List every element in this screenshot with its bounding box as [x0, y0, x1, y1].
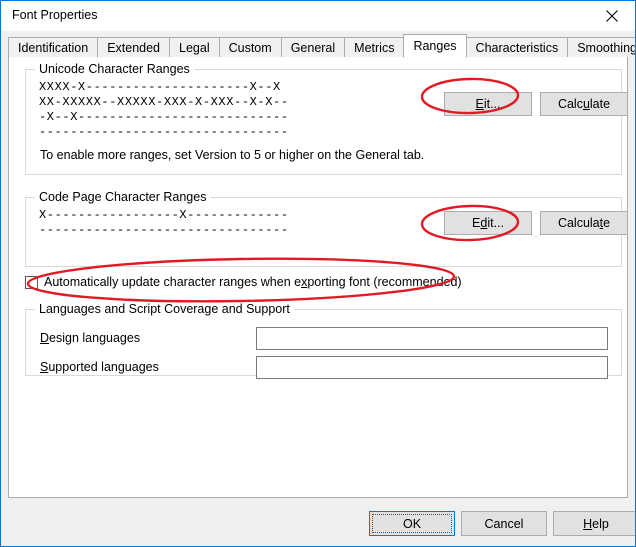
unicode-range-row: -X--X--------------------------- — [39, 110, 289, 124]
help-button[interactable]: Help — [553, 511, 635, 536]
codepage-calculate-label-pre: Calcula — [557, 216, 600, 230]
tab-label: Ranges — [413, 39, 457, 53]
unicode-edit-button[interactable]: Eit... — [444, 92, 532, 116]
auto-update-ranges-checkbox[interactable]: Automatically update character ranges wh… — [25, 275, 462, 289]
unicode-calculate-accel: u — [582, 97, 590, 111]
help-button-label-rest: elp — [592, 516, 609, 531]
tab-label: Characteristics — [475, 41, 559, 55]
tab-legal[interactable]: Legal — [169, 37, 220, 58]
supported-languages-label-rest: upported languages — [48, 360, 159, 374]
codepage-calculate-label-post: e — [603, 216, 611, 230]
design-languages-label-rest: esign languages — [49, 331, 141, 345]
codepage-range-row: X-----------------X------------- — [39, 208, 289, 222]
unicode-range-row: -------------------------------- — [39, 125, 289, 139]
design-languages-accel: D — [40, 331, 50, 345]
tab-label: General — [290, 41, 336, 55]
unicode-calculate-label-post: late — [589, 97, 611, 111]
unicode-character-ranges-group: Unicode Character Ranges XXXX-X---------… — [25, 62, 628, 175]
unicode-group-legend: Unicode Character Ranges — [35, 62, 194, 76]
unicode-calculate-label-pre: Calc — [557, 97, 583, 111]
design-languages-input[interactable] — [256, 327, 608, 350]
close-icon[interactable] — [589, 1, 635, 31]
supported-languages-input[interactable] — [256, 356, 608, 379]
tab-label: Custom — [228, 41, 272, 55]
unicode-edit-label: it... — [483, 97, 501, 111]
font-properties-dialog: Font Properties Identification Extended … — [0, 0, 636, 547]
help-button-accel: H — [583, 516, 593, 531]
tab-characteristics[interactable]: Characteristics — [465, 37, 569, 58]
codepage-range-map: X-----------------X------------- --------… — [39, 208, 289, 238]
unicode-range-map: XXXX-X---------------------X--X XX-XXXXX-… — [39, 80, 289, 140]
cancel-button-label: Cancel — [484, 516, 524, 531]
codepage-edit-button[interactable]: Ed it... — [444, 211, 532, 235]
dialog-footer: OK Cancel Help — [1, 500, 635, 546]
codepage-group-legend: Code Page Character Ranges — [35, 190, 211, 204]
codepage-edit-accel: d — [480, 216, 488, 230]
ranges-tab-page: Unicode Character Ranges XXXX-X---------… — [8, 57, 628, 498]
window-title: Font Properties — [12, 8, 98, 22]
design-languages-label: Design languages — [40, 331, 140, 345]
checkbox-label-post: porting font (recommended) — [307, 275, 462, 289]
tab-strip: Identification Extended Legal Custom Gen… — [8, 34, 635, 58]
tab-label: Extended — [107, 41, 161, 55]
tab-label: Smoothing — [577, 41, 636, 55]
checkbox-box[interactable] — [25, 275, 38, 289]
codepage-edit-label-post: it... — [487, 216, 504, 230]
tab-metrics[interactable]: Metrics — [344, 37, 405, 58]
tab-identification[interactable]: Identification — [8, 37, 99, 58]
ok-button-label: OK — [402, 516, 422, 531]
code-page-character-ranges-group: Code Page Character Ranges X------------… — [25, 190, 628, 267]
tab-custom[interactable]: Custom — [218, 37, 282, 58]
unicode-edit-accel: E — [475, 97, 484, 111]
tab-label: Legal — [179, 41, 210, 55]
unicode-range-row: XXXX-X---------------------X--X — [39, 80, 281, 94]
supported-languages-label: Supported languages — [40, 360, 159, 374]
codepage-calculate-button[interactable]: Calcula t e — [540, 211, 628, 235]
codepage-edit-label-pre: E — [472, 216, 481, 230]
tab-smoothing[interactable]: Smoothing — [567, 37, 636, 58]
tab-general[interactable]: General — [280, 37, 346, 58]
cancel-button[interactable]: Cancel — [461, 511, 547, 536]
unicode-calculate-button[interactable]: Calc u late — [540, 92, 628, 116]
codepage-range-row: -------------------------------- — [39, 223, 289, 237]
unicode-version-hint: To enable more ranges, set Version to 5 … — [40, 148, 425, 162]
unicode-range-row: XX-XXXXX--XXXXX-XXX-X-XXX--X-X-- — [39, 95, 289, 109]
auto-update-ranges-label: Automatically update character ranges wh… — [44, 275, 462, 289]
title-bar: Font Properties — [1, 1, 635, 31]
checkbox-label-pre: Automatically update character ranges wh… — [44, 275, 302, 289]
languages-group-legend: Languages and Script Coverage and Suppor… — [35, 302, 294, 316]
tab-ranges[interactable]: Ranges — [403, 34, 467, 58]
tab-extended[interactable]: Extended — [97, 37, 171, 58]
tab-label: Metrics — [354, 41, 395, 55]
ok-button[interactable]: OK — [369, 511, 455, 536]
languages-script-coverage-group: Languages and Script Coverage and Suppor… — [25, 302, 622, 379]
tab-label: Identification — [18, 41, 89, 55]
